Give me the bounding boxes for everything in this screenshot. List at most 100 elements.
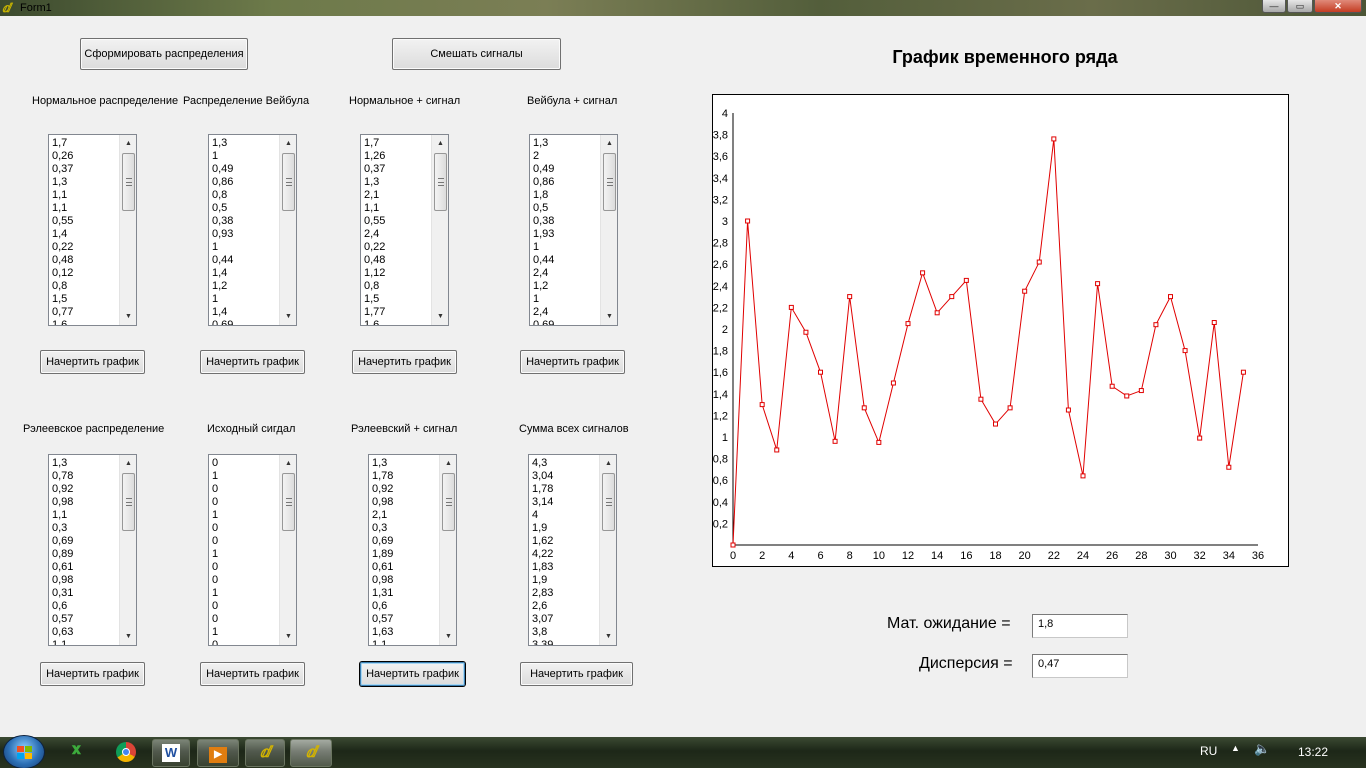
list-item[interactable]: 1 <box>211 626 278 639</box>
scroll-down-icon[interactable]: ▼ <box>601 308 617 325</box>
list-item[interactable]: 1,62 <box>531 535 598 548</box>
scroll-thumb[interactable] <box>442 473 455 531</box>
draw-graph-button-1[interactable]: Начертить график <box>40 350 145 374</box>
list-item[interactable]: 0,44 <box>532 254 599 267</box>
list-item[interactable]: 1,9 <box>531 522 598 535</box>
list-item[interactable]: 0,55 <box>51 215 118 228</box>
list-item[interactable]: 0 <box>211 600 278 613</box>
list-item[interactable]: 3,04 <box>531 470 598 483</box>
list-item[interactable]: 1,89 <box>371 548 438 561</box>
listbox-8[interactable]: 4,3 3,04 1,78 3,14 4 1,9 1,62 4,22 1,83 1,9 2,83 2,… <box>528 454 617 646</box>
list-item[interactable]: 0,48 <box>363 254 430 267</box>
list-item[interactable]: 1,1 <box>51 639 118 645</box>
list-item[interactable]: 0,44 <box>211 254 278 267</box>
listbox-1[interactable]: 1,7 0,26 0,37 1,3 1,1 1,1 0,55 1,4 0,22 0,48 0,12 0… <box>48 134 137 326</box>
scroll-up-icon[interactable]: ▲ <box>440 455 456 472</box>
list-item[interactable]: 0 <box>211 483 278 496</box>
draw-graph-button-4[interactable]: Начертить график <box>520 350 625 374</box>
minimize-button[interactable]: — <box>1262 0 1286 13</box>
list-item[interactable]: 1,7 <box>51 137 118 150</box>
scroll-up-icon[interactable]: ▲ <box>120 135 136 152</box>
draw-graph-button-2[interactable]: Начертить график <box>200 350 305 374</box>
list-item[interactable]: 1,2 <box>211 280 278 293</box>
list-item[interactable]: 1,2 <box>532 280 599 293</box>
list-item[interactable]: 0,5 <box>211 202 278 215</box>
list-item[interactable]: 2 <box>532 150 599 163</box>
list-item[interactable]: 0,26 <box>51 150 118 163</box>
list-item[interactable]: 0,57 <box>51 613 118 626</box>
list-item[interactable]: 0,98 <box>371 496 438 509</box>
list-item[interactable]: 0,55 <box>363 215 430 228</box>
list-item[interactable]: 0,78 <box>51 470 118 483</box>
list-item[interactable]: 0,92 <box>51 483 118 496</box>
list-item[interactable]: 1,78 <box>531 483 598 496</box>
language-indicator[interactable]: RU <box>1200 744 1217 758</box>
list-item[interactable]: 1,1 <box>51 189 118 202</box>
scroll-down-icon[interactable]: ▼ <box>280 308 296 325</box>
scrollbar[interactable]: ▲ ▼ <box>599 455 616 645</box>
listbox-5[interactable]: 1,3 0,78 0,92 0,98 1,1 0,3 0,69 0,89 0,61 0,98 0,3… <box>48 454 137 646</box>
list-item[interactable]: 0 <box>211 496 278 509</box>
list-item[interactable]: 1 <box>532 293 599 306</box>
list-item[interactable]: 0,86 <box>532 176 599 189</box>
list-item[interactable]: 0,12 <box>51 267 118 280</box>
scrollbar[interactable]: ▲ ▼ <box>439 455 456 645</box>
scrollbar[interactable]: ▲ ▼ <box>279 135 296 325</box>
list-item[interactable]: 2,1 <box>363 189 430 202</box>
list-item[interactable]: 0,93 <box>211 228 278 241</box>
list-item[interactable]: 3,07 <box>531 613 598 626</box>
media-player-icon[interactable]: ▶ <box>197 739 239 767</box>
list-item[interactable]: 1,93 <box>532 228 599 241</box>
list-item[interactable]: 1,6 <box>363 319 430 325</box>
scrollbar[interactable]: ▲ ▼ <box>279 455 296 645</box>
list-item[interactable]: 0,89 <box>51 548 118 561</box>
list-item[interactable]: 0,8 <box>363 280 430 293</box>
list-item[interactable]: 1,5 <box>363 293 430 306</box>
list-item[interactable]: 0,22 <box>51 241 118 254</box>
list-item[interactable]: 1 <box>532 241 599 254</box>
variance-field[interactable]: 0,47 <box>1032 654 1128 678</box>
list-item[interactable]: 1,4 <box>211 267 278 280</box>
list-item[interactable]: 0,8 <box>211 189 278 202</box>
list-item[interactable]: 3,8 <box>531 626 598 639</box>
listbox-2[interactable]: 1,3 1 0,49 0,86 0,8 0,5 0,38 0,93 1 0,44 1,4 1,2 1 1,… <box>208 134 297 326</box>
list-item[interactable]: 0,98 <box>371 574 438 587</box>
scroll-up-icon[interactable]: ▲ <box>432 135 448 152</box>
list-item[interactable]: 0,77 <box>51 306 118 319</box>
list-item[interactable]: 0 <box>211 639 278 645</box>
scroll-up-icon[interactable]: ▲ <box>601 135 617 152</box>
list-item[interactable]: 2,4 <box>532 267 599 280</box>
scroll-down-icon[interactable]: ▼ <box>432 308 448 325</box>
list-item[interactable]: 0,57 <box>371 613 438 626</box>
list-item[interactable]: 4,3 <box>531 457 598 470</box>
scrollbar[interactable]: ▲ ▼ <box>431 135 448 325</box>
list-item[interactable]: 1,83 <box>531 561 598 574</box>
list-item[interactable]: 1,4 <box>51 228 118 241</box>
volume-icon[interactable]: 🔈 <box>1254 741 1270 757</box>
start-button[interactable] <box>3 735 45 768</box>
list-item[interactable]: 0,31 <box>51 587 118 600</box>
list-item[interactable]: 0 <box>211 522 278 535</box>
form-distributions-button[interactable]: Сформировать распределения <box>80 38 248 70</box>
list-item[interactable]: 1,1 <box>363 202 430 215</box>
list-item[interactable]: 2,4 <box>532 306 599 319</box>
draw-graph-button-5[interactable]: Начертить график <box>40 662 145 686</box>
list-item[interactable]: 1 <box>211 241 278 254</box>
scroll-thumb[interactable] <box>282 153 295 211</box>
list-item[interactable]: 0,22 <box>363 241 430 254</box>
list-item[interactable]: 0,37 <box>363 163 430 176</box>
list-item[interactable]: 1 <box>211 150 278 163</box>
scroll-up-icon[interactable]: ▲ <box>120 455 136 472</box>
maximize-button[interactable]: ▭ <box>1287 0 1313 13</box>
list-item[interactable]: 0,92 <box>371 483 438 496</box>
list-item[interactable]: 2,83 <box>531 587 598 600</box>
list-item[interactable]: 4 <box>531 509 598 522</box>
list-item[interactable]: 0 <box>211 561 278 574</box>
listbox-6[interactable]: 0 1 0 0 1 0 0 1 0 0 1 0 0 1 0 ▲ ▼ <box>208 454 297 646</box>
list-item[interactable]: 0,38 <box>532 215 599 228</box>
list-item[interactable]: 1,3 <box>371 457 438 470</box>
list-item[interactable]: 0,6 <box>371 600 438 613</box>
list-item[interactable]: 0,69 <box>371 535 438 548</box>
list-item[interactable]: 1,78 <box>371 470 438 483</box>
tray-expand-icon[interactable]: ▲ <box>1231 743 1240 753</box>
